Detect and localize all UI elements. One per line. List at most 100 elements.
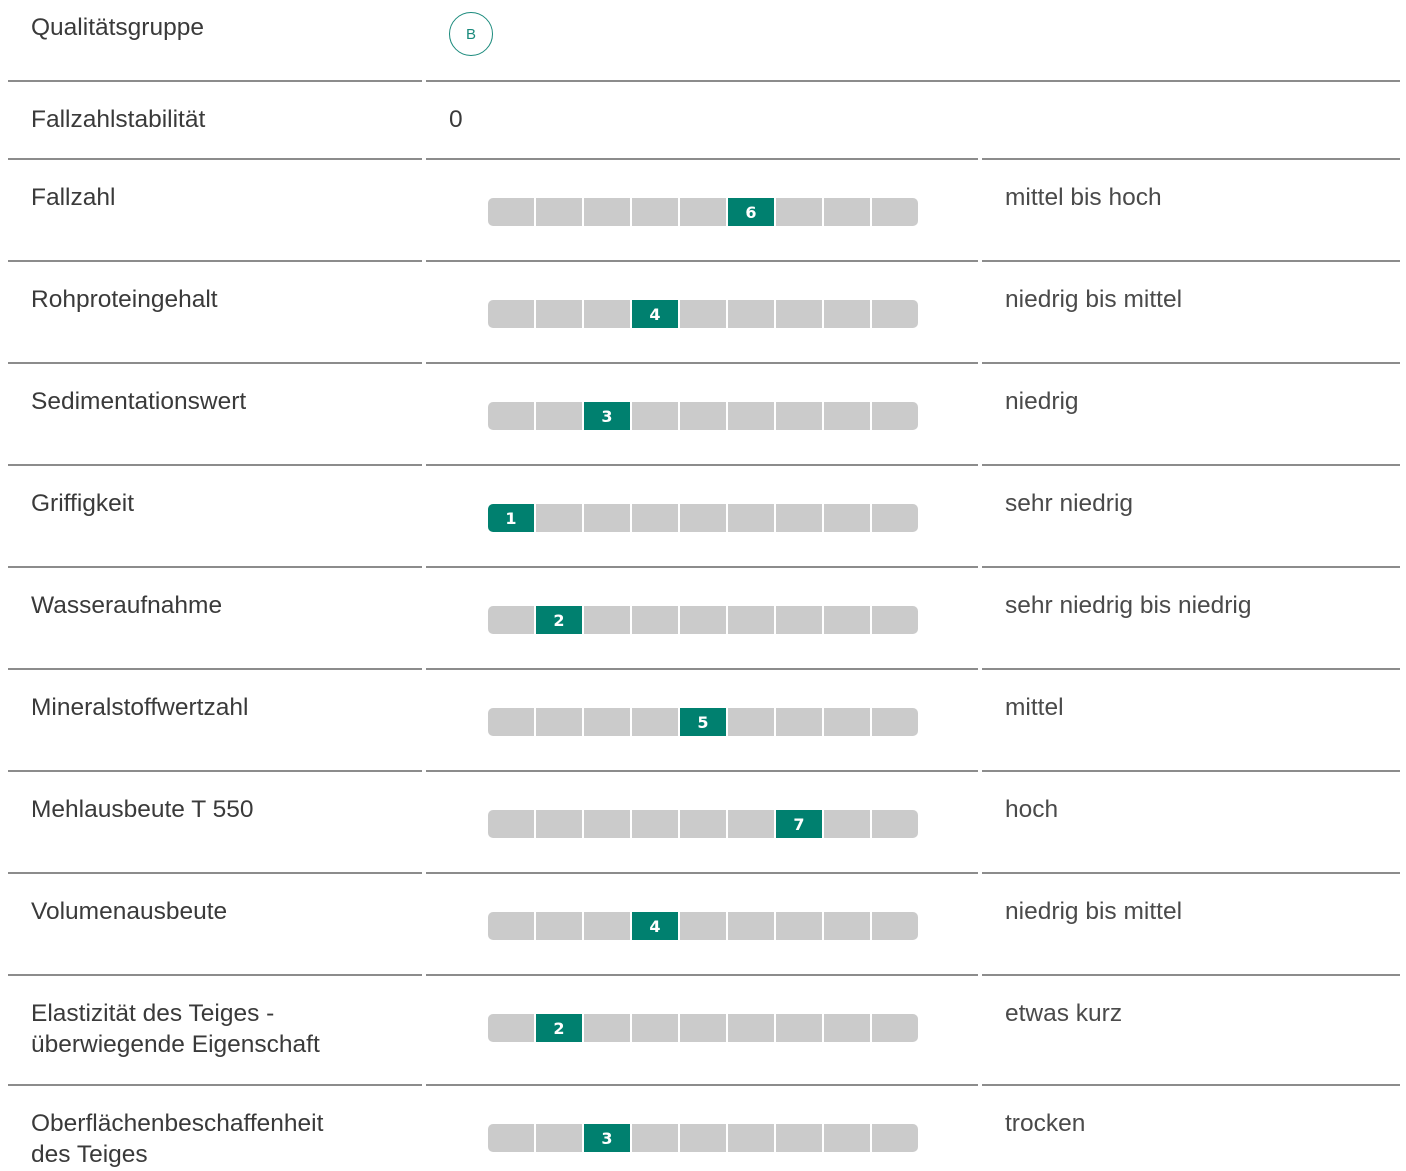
- rating-segment-active: 3: [584, 402, 630, 430]
- rating-segment: [728, 708, 774, 736]
- row-elastizitaet: Elastizität des Teiges - überwiegende Ei…: [8, 976, 1400, 1086]
- rating-scale: 7: [488, 810, 918, 838]
- row-label: Elastizität des Teiges - überwiegende Ei…: [31, 998, 320, 1060]
- rating-description: niedrig bis mittel: [1005, 898, 1183, 925]
- rating-scale: 4: [488, 912, 918, 940]
- row-mehlausbeute: Mehlausbeute T 550 7 hoch: [8, 772, 1400, 874]
- row-value: 0: [449, 106, 463, 133]
- rating-segment: [680, 912, 726, 940]
- row-label: Qualitätsgruppe: [31, 14, 204, 41]
- rating-segment: [584, 708, 630, 736]
- row-label-line: überwiegende Eigenschaft: [31, 1031, 320, 1058]
- rating-segment: [584, 1014, 630, 1042]
- row-rohproteingehalt: Rohproteingehalt 4 niedrig bis mittel: [8, 262, 1400, 364]
- rating-segment: [728, 606, 774, 634]
- rating-scale: 3: [488, 1124, 918, 1152]
- rating-segment: [632, 708, 678, 736]
- row-label: Volumenausbeute: [31, 898, 228, 925]
- row-griffigkeit: Griffigkeit 1 sehr niedrig: [8, 466, 1400, 568]
- rating-segment-active: 7: [776, 810, 822, 838]
- rating-segment: [488, 1124, 534, 1152]
- row-label: Fallzahlstabilität: [31, 106, 206, 133]
- rating-segment: [680, 1014, 726, 1042]
- rating-segment: [536, 912, 582, 940]
- row-fallzahlstabilitaet: Fallzahlstabilität 0: [8, 82, 1400, 160]
- row-label: Mehlausbeute T 550: [31, 796, 254, 823]
- row-label: Rohproteingehalt: [31, 286, 218, 313]
- row-label: Sedimentationswert: [31, 388, 247, 415]
- rating-segment: [584, 810, 630, 838]
- row-fallzahl: Fallzahl 6 mittel bis hoch: [8, 160, 1400, 262]
- rating-segment: [536, 810, 582, 838]
- rating-segment: [584, 300, 630, 328]
- rating-description: mittel bis hoch: [1005, 184, 1162, 211]
- row-label: Oberflächenbeschaffenheit des Teiges: [31, 1108, 323, 1170]
- rating-segment: [872, 504, 918, 532]
- rating-segment-active: 4: [632, 912, 678, 940]
- rating-segment: [584, 198, 630, 226]
- rating-segment: [680, 810, 726, 838]
- row-label: Fallzahl: [31, 184, 116, 211]
- rating-description: etwas kurz: [1005, 1000, 1123, 1027]
- rating-scale: 2: [488, 1014, 918, 1042]
- rating-segment: [584, 606, 630, 634]
- row-sedimentationswert: Sedimentationswert 3 niedrig: [8, 364, 1400, 466]
- row-label: Griffigkeit: [31, 490, 135, 517]
- rating-segment: [536, 1124, 582, 1152]
- rating-segment: [776, 402, 822, 430]
- rating-segment: [536, 402, 582, 430]
- rating-segment: [488, 810, 534, 838]
- variety-properties-table: Qualitätsgruppe B Fallzahlstabilität 0 F…: [8, 0, 1400, 1171]
- rating-segment: [680, 402, 726, 430]
- rating-segment: [680, 606, 726, 634]
- rating-segment: [680, 300, 726, 328]
- rating-segment: [632, 1124, 678, 1152]
- rating-segment: [728, 402, 774, 430]
- rating-scale: 5: [488, 708, 918, 736]
- rating-segment: [728, 1014, 774, 1042]
- rating-segment: [776, 1014, 822, 1042]
- rating-segment: [680, 1124, 726, 1152]
- rating-segment-active: 6: [728, 198, 774, 226]
- row-label: Wasseraufnahme: [31, 592, 223, 619]
- rating-segment: [488, 1014, 534, 1042]
- quality-group-badge: B: [449, 12, 493, 56]
- rating-segment: [776, 1124, 822, 1152]
- rating-segment: [872, 1014, 918, 1042]
- rating-segment: [536, 504, 582, 532]
- rating-segment: [488, 606, 534, 634]
- rating-segment: [824, 1124, 870, 1152]
- rating-description: trocken: [1005, 1110, 1086, 1137]
- rating-segment: [872, 606, 918, 634]
- row-label-line: Elastizität des Teiges -: [31, 1000, 275, 1027]
- rating-description: sehr niedrig bis niedrig: [1005, 592, 1252, 619]
- rating-segment: [632, 402, 678, 430]
- rating-segment: [776, 198, 822, 226]
- rating-scale: 3: [488, 402, 918, 430]
- rating-segment: [776, 708, 822, 736]
- rating-segment: [680, 504, 726, 532]
- rating-segment: [872, 300, 918, 328]
- rating-segment-active: 1: [488, 504, 534, 532]
- rating-segment: [824, 198, 870, 226]
- rating-segment: [488, 198, 534, 226]
- rating-segment: [824, 504, 870, 532]
- rating-segment: [728, 504, 774, 532]
- row-label: Mineralstoffwertzahl: [31, 694, 249, 721]
- rating-segment: [632, 1014, 678, 1042]
- rating-segment: [824, 1014, 870, 1042]
- row-qualitaetsgruppe: Qualitätsgruppe B: [8, 0, 1400, 82]
- rating-segment: [584, 912, 630, 940]
- rating-segment: [872, 198, 918, 226]
- rating-segment: [728, 912, 774, 940]
- rating-segment: [488, 402, 534, 430]
- rating-description: niedrig: [1005, 388, 1079, 415]
- rating-segment: [872, 402, 918, 430]
- rating-segment: [632, 606, 678, 634]
- rating-scale: 4: [488, 300, 918, 328]
- rating-segment: [776, 912, 822, 940]
- rating-description: mittel: [1005, 694, 1064, 721]
- rating-segment: [536, 198, 582, 226]
- rating-segment: [776, 606, 822, 634]
- rating-segment: [536, 708, 582, 736]
